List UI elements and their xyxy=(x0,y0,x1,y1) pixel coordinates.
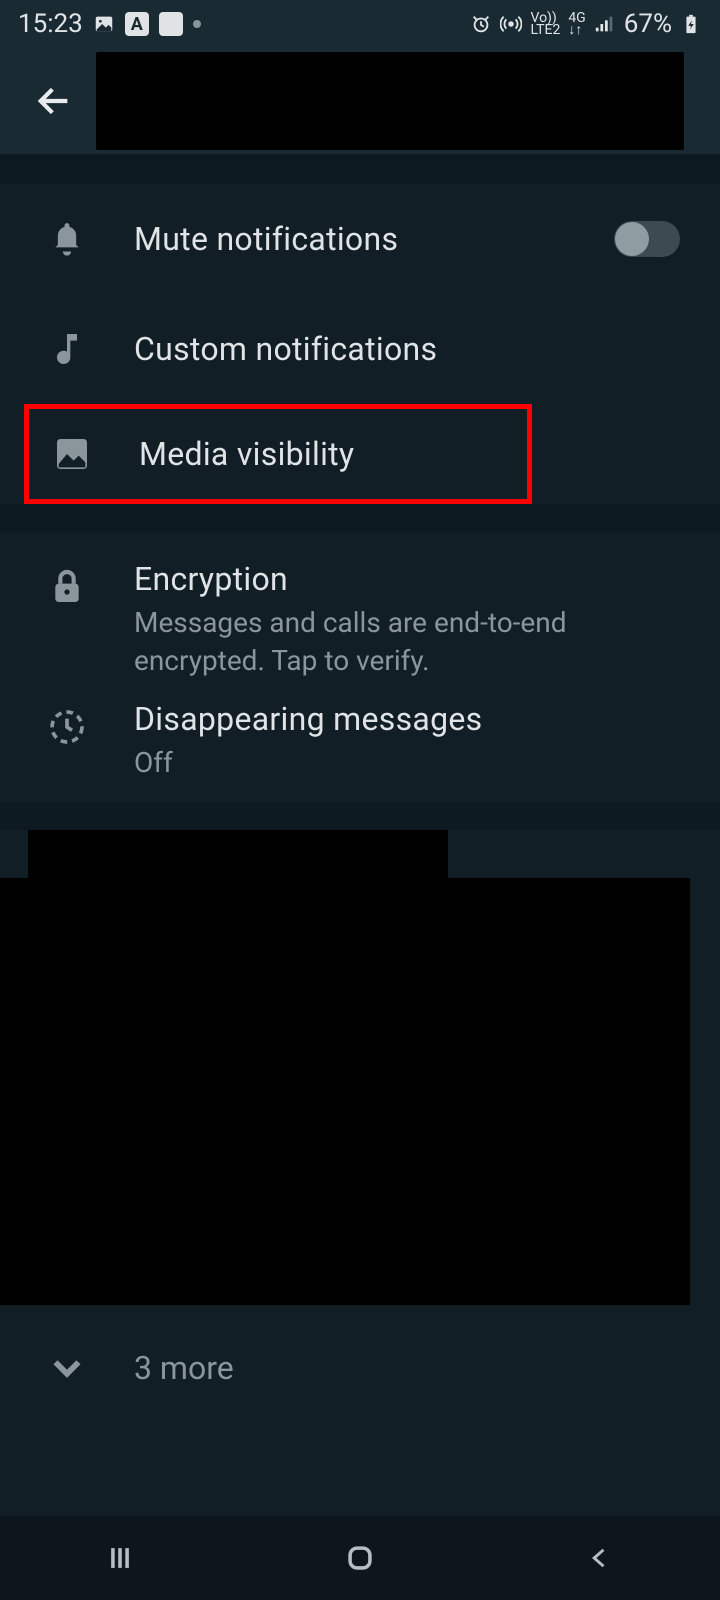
nav-recents-button[interactable] xyxy=(60,1533,180,1583)
privacy-section: Encryption Messages and calls are end-to… xyxy=(0,532,720,802)
lock-icon xyxy=(44,564,90,610)
signal-icon xyxy=(594,13,616,35)
nav-home-button[interactable] xyxy=(300,1533,420,1583)
section-gap xyxy=(0,154,720,184)
custom-label: Custom notifications xyxy=(134,330,680,368)
contact-name-redacted xyxy=(96,52,684,150)
app-notification-icon-1: A xyxy=(125,12,149,36)
4g-indicator: 4G↓↑ xyxy=(568,12,585,36)
app-notification-icon-2 xyxy=(159,12,183,36)
volte-indicator: Vo))LTE2 xyxy=(530,12,560,36)
hotspot-icon xyxy=(500,13,522,35)
media-label: Media visibility xyxy=(139,435,487,473)
media-visibility-row[interactable]: Media visibility xyxy=(24,404,532,504)
image-notification-icon xyxy=(93,13,115,35)
section-gap-2 xyxy=(0,504,720,532)
encryption-label: Encryption xyxy=(134,560,680,598)
image-icon xyxy=(49,431,95,477)
back-button[interactable] xyxy=(30,77,78,125)
more-label: 3 more xyxy=(134,1349,720,1387)
status-bar: 15:23 A Vo))LTE2 4G↓↑ 67% xyxy=(0,0,720,48)
battery-charging-icon xyxy=(680,13,702,35)
custom-notifications-row[interactable]: Custom notifications xyxy=(0,294,720,404)
more-notifications-dot xyxy=(193,20,201,28)
media-thumbnails-redacted[interactable] xyxy=(0,878,690,1305)
app-bar xyxy=(0,48,720,154)
disappearing-row[interactable]: Disappearing messages Off xyxy=(0,682,720,802)
bell-icon xyxy=(44,216,90,262)
disappearing-label: Disappearing messages xyxy=(134,700,680,738)
notification-section: Mute notifications Custom notifications … xyxy=(0,184,720,504)
more-row[interactable]: 3 more xyxy=(0,1306,720,1430)
media-section-header-redacted xyxy=(28,830,448,878)
encryption-row[interactable]: Encryption Messages and calls are end-to… xyxy=(0,532,720,682)
alarm-icon xyxy=(470,13,492,35)
timer-icon xyxy=(44,704,90,750)
encryption-desc: Messages and calls are end-to-end encryp… xyxy=(134,604,614,680)
battery-text: 67% xyxy=(624,9,672,39)
music-note-icon xyxy=(44,326,90,372)
mute-label: Mute notifications xyxy=(134,220,614,258)
nav-bar xyxy=(0,1516,720,1600)
status-time: 15:23 xyxy=(18,9,83,39)
mute-toggle[interactable] xyxy=(614,221,680,257)
media-section xyxy=(0,830,720,1306)
disappearing-value: Off xyxy=(134,744,680,782)
mute-notifications-row[interactable]: Mute notifications xyxy=(0,184,720,294)
chevron-down-icon xyxy=(44,1345,90,1391)
nav-back-button[interactable] xyxy=(540,1533,660,1583)
section-gap-3 xyxy=(0,802,720,830)
